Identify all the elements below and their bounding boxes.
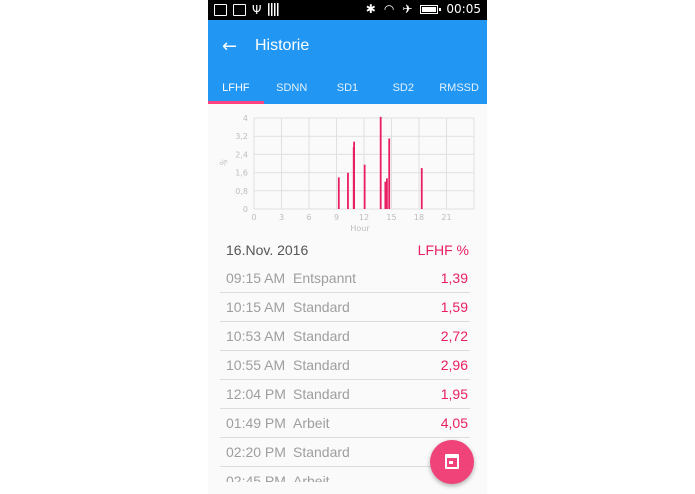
entry-category: Standard xyxy=(293,299,350,315)
x-tick-label: 6 xyxy=(306,213,311,222)
entry-time: 02:45 PM xyxy=(226,473,286,482)
entry-time: 02:20 PM xyxy=(226,444,286,460)
entry-time: 09:15 AM xyxy=(226,270,286,286)
bar xyxy=(347,172,349,209)
entry-time: 01:49 PM xyxy=(226,415,286,431)
tab-rmssd[interactable]: RMSSD xyxy=(431,76,487,104)
entry-category: Standard xyxy=(293,357,350,373)
x-tick-label: 3 xyxy=(279,213,284,222)
list-item[interactable]: 12:04 PM Standard 1,95 xyxy=(220,380,470,409)
page-title: Historie xyxy=(255,37,310,54)
status-notifications: Ψ xyxy=(214,3,280,16)
entry-value: 2,96 xyxy=(440,357,468,373)
phone-screen: Ψ ✱ ◠ ✈ 00:05 ← Historie LFHF SDNN SD1 S… xyxy=(208,0,487,494)
y-axis-label: % xyxy=(218,157,230,168)
y-tick-label: 1,6 xyxy=(235,169,248,178)
status-system: ✱ ◠ ✈ 00:05 xyxy=(366,2,481,16)
status-time: 00:05 xyxy=(446,2,481,16)
entry-time: 10:55 AM xyxy=(226,357,286,373)
bluetooth-icon: ✱ xyxy=(365,2,376,16)
list-item[interactable]: 01:49 PM Arbeit 4,05 xyxy=(220,409,470,438)
wifi-icon: ◠ xyxy=(383,2,395,16)
entry-value: 1,39 xyxy=(440,270,468,286)
bar xyxy=(384,181,387,209)
tab-sd2[interactable]: SD2 xyxy=(375,76,431,104)
keyboard-icon xyxy=(214,3,227,16)
list-item[interactable]: 10:15 AM Standard 1,59 xyxy=(220,293,470,322)
tab-sdnn[interactable]: SDNN xyxy=(264,76,320,104)
back-arrow-icon[interactable]: ← xyxy=(222,38,237,56)
code-icon xyxy=(233,3,246,16)
entry-category: Arbeit xyxy=(293,473,330,482)
entry-time: 10:53 AM xyxy=(226,328,286,344)
tab-bar: LFHF SDNN SD1 SD2 RMSSD xyxy=(208,76,487,104)
usb-icon: Ψ xyxy=(252,2,262,17)
entry-value: 1,95 xyxy=(440,386,468,402)
x-tick-label: 21 xyxy=(441,213,451,222)
airplane-icon: ✈ xyxy=(402,2,413,16)
entry-category: Arbeit xyxy=(293,415,330,431)
bar xyxy=(420,168,423,209)
list-header: 16.Nov. 2016 LFHF % xyxy=(208,240,487,260)
entry-category: Standard xyxy=(293,444,350,460)
bar xyxy=(386,178,388,209)
entry-value: 4,05 xyxy=(440,415,468,431)
bar xyxy=(353,141,355,209)
lfhf-chart: 0 0,8 1,6 2,4 3,2 4 0 3 6 9 12 15 18 21 Hour% xyxy=(208,110,487,238)
y-tick-label: 3,2 xyxy=(235,132,248,141)
chart-svg: 0 0,8 1,6 2,4 3,2 4 0 3 6 9 12 15 18 21 Hour% xyxy=(218,114,475,233)
list-item[interactable]: 10:53 AM Standard 2,72 xyxy=(220,322,470,351)
x-tick-label: 12 xyxy=(359,213,369,222)
list-item[interactable]: 10:55 AM Standard 2,96 xyxy=(220,351,470,380)
app-bar: ← Historie LFHF SDNN SD1 SD2 RMSSD xyxy=(208,20,487,104)
battery-icon xyxy=(420,4,442,14)
calendar-fab-button[interactable] xyxy=(430,440,474,484)
entry-time: 10:15 AM xyxy=(226,299,286,315)
y-tick-label: 0 xyxy=(243,205,248,214)
entry-time: 12:04 PM xyxy=(226,386,286,402)
metric-label: LFHF % xyxy=(417,242,469,258)
bar xyxy=(388,138,391,209)
entry-category: Standard xyxy=(293,328,350,344)
x-tick-label: 18 xyxy=(414,213,424,222)
tab-sd1[interactable]: SD1 xyxy=(320,76,376,104)
y-tick-label: 2,4 xyxy=(235,150,248,159)
bar xyxy=(363,164,366,209)
bar xyxy=(337,177,340,209)
entry-category: Entspannt xyxy=(293,270,357,286)
entry-value: 2,72 xyxy=(440,328,468,344)
status-bar: Ψ ✱ ◠ ✈ 00:05 xyxy=(208,0,487,20)
entry-value: 1,59 xyxy=(440,299,468,315)
y-tick-label: 0,8 xyxy=(235,187,248,196)
calendar-icon xyxy=(445,454,459,469)
barcode-icon xyxy=(268,3,280,16)
x-tick-label: 0 xyxy=(251,213,256,222)
selected-date: 16.Nov. 2016 xyxy=(226,242,309,258)
x-tick-label: 9 xyxy=(334,213,339,222)
bar xyxy=(379,116,382,209)
y-tick-label: 4 xyxy=(243,114,248,123)
x-axis-label: Hour xyxy=(350,224,370,233)
x-tick-label: 15 xyxy=(386,213,396,222)
list-item[interactable]: 09:15 AM Entspannt 1,39 xyxy=(220,264,470,293)
entry-category: Standard xyxy=(293,386,350,402)
tab-lfhf[interactable]: LFHF xyxy=(208,76,264,104)
